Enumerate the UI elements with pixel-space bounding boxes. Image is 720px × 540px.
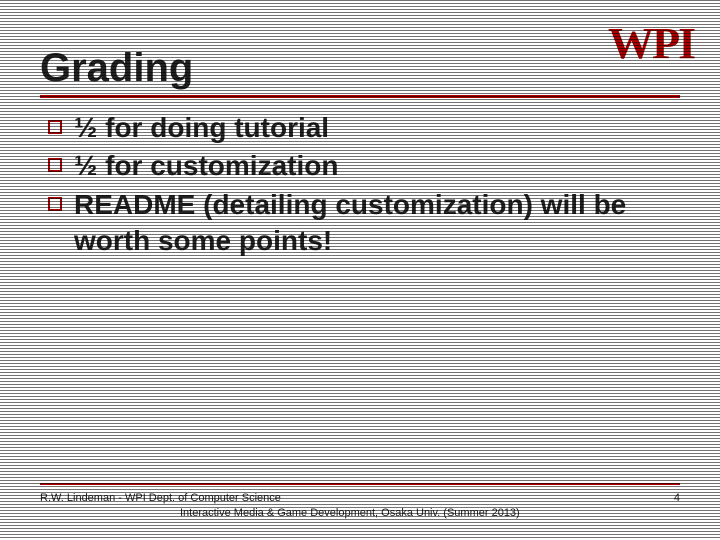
list-item-text: ½ for customization <box>74 150 338 181</box>
list-item-text: README (detailing customization) will be… <box>74 189 626 256</box>
title-divider <box>40 95 680 98</box>
list-item: README (detailing customization) will be… <box>44 187 680 260</box>
square-bullet-icon <box>48 158 62 172</box>
slide: WPI Grading ½ for doing tutorial ½ for c… <box>0 0 720 540</box>
list-item-text: ½ for doing tutorial <box>74 112 329 143</box>
footer-line-2: Interactive Media & Game Development, Os… <box>40 506 680 520</box>
slide-title: Grading <box>40 46 680 91</box>
footer-divider <box>40 483 680 485</box>
wpi-logo: WPI <box>608 18 694 69</box>
list-item: ½ for customization <box>44 148 680 184</box>
page-number: 4 <box>674 491 680 505</box>
list-item: ½ for doing tutorial <box>44 110 680 146</box>
square-bullet-icon <box>48 120 62 134</box>
footer-line-1: R.W. Lindeman - WPI Dept. of Computer Sc… <box>40 491 680 505</box>
footer-text: R.W. Lindeman - WPI Dept. of Computer Sc… <box>40 491 680 520</box>
footer: R.W. Lindeman - WPI Dept. of Computer Sc… <box>40 483 680 520</box>
square-bullet-icon <box>48 197 62 211</box>
bullet-list: ½ for doing tutorial ½ for customization… <box>40 110 680 260</box>
